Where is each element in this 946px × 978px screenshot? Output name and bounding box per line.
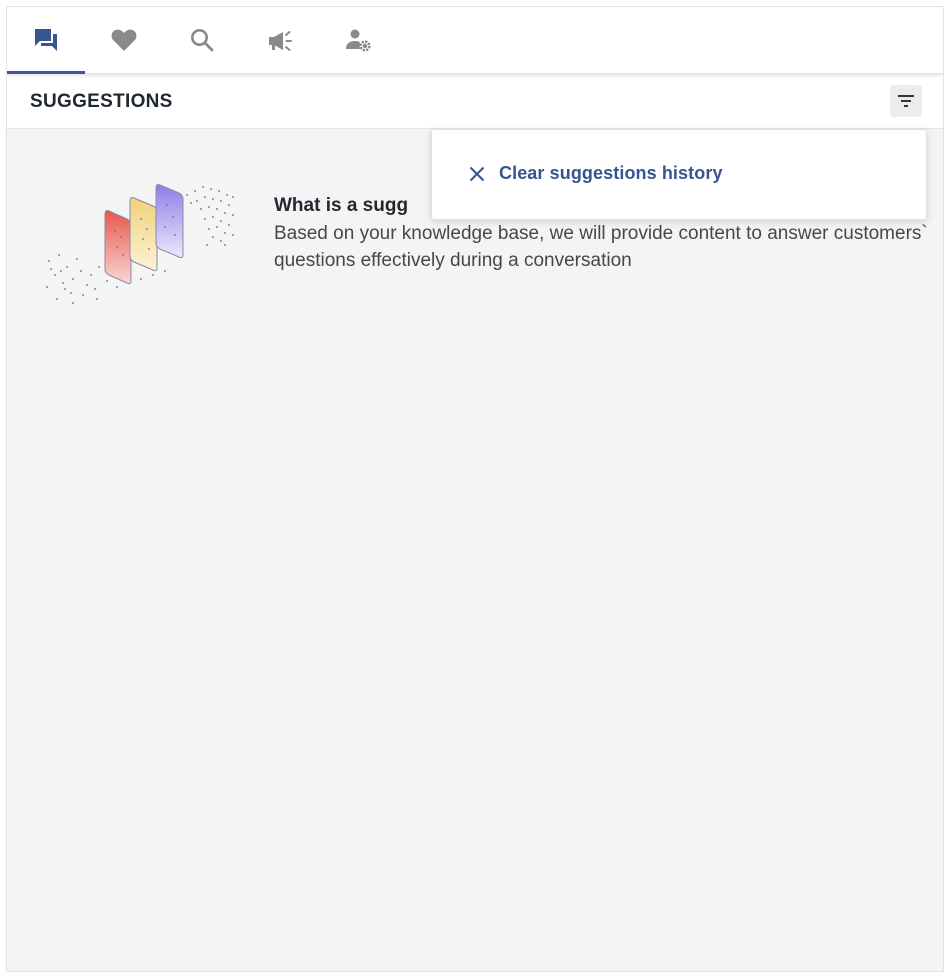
filter-icon bbox=[895, 90, 917, 112]
filter-dropdown-menu: Clear suggestions history bbox=[431, 129, 927, 220]
card-red bbox=[104, 210, 132, 285]
content-area: What is a sugg Based on your knowledge b… bbox=[7, 129, 943, 971]
tab-search[interactable] bbox=[163, 7, 241, 73]
megaphone-icon bbox=[265, 25, 295, 55]
menu-item-label: Clear suggestions history bbox=[499, 163, 723, 183]
user-settings-icon bbox=[343, 25, 373, 55]
suggestions-illustration bbox=[37, 175, 237, 315]
chat-bubbles-icon bbox=[31, 25, 61, 55]
clear-suggestions-history-item[interactable]: Clear suggestions history bbox=[468, 163, 723, 184]
tab-favorites[interactable] bbox=[85, 7, 163, 73]
search-icon bbox=[187, 25, 217, 55]
tab-suggestions[interactable] bbox=[7, 7, 85, 74]
tab-bar bbox=[7, 7, 943, 74]
tab-announcements[interactable] bbox=[241, 7, 319, 73]
filter-button[interactable] bbox=[890, 85, 922, 117]
suggestions-panel: SUGGESTIONS What is a sugg Based on your… bbox=[6, 6, 944, 972]
empty-state-description: Based on your knowledge base, we will pr… bbox=[274, 223, 928, 271]
section-header: SUGGESTIONS bbox=[7, 74, 943, 129]
card-purple bbox=[155, 184, 184, 259]
close-icon bbox=[468, 165, 486, 183]
tab-user-settings[interactable] bbox=[319, 7, 397, 73]
page-title: SUGGESTIONS bbox=[30, 91, 173, 112]
card-yellow bbox=[129, 197, 158, 272]
heart-icon bbox=[109, 25, 139, 55]
